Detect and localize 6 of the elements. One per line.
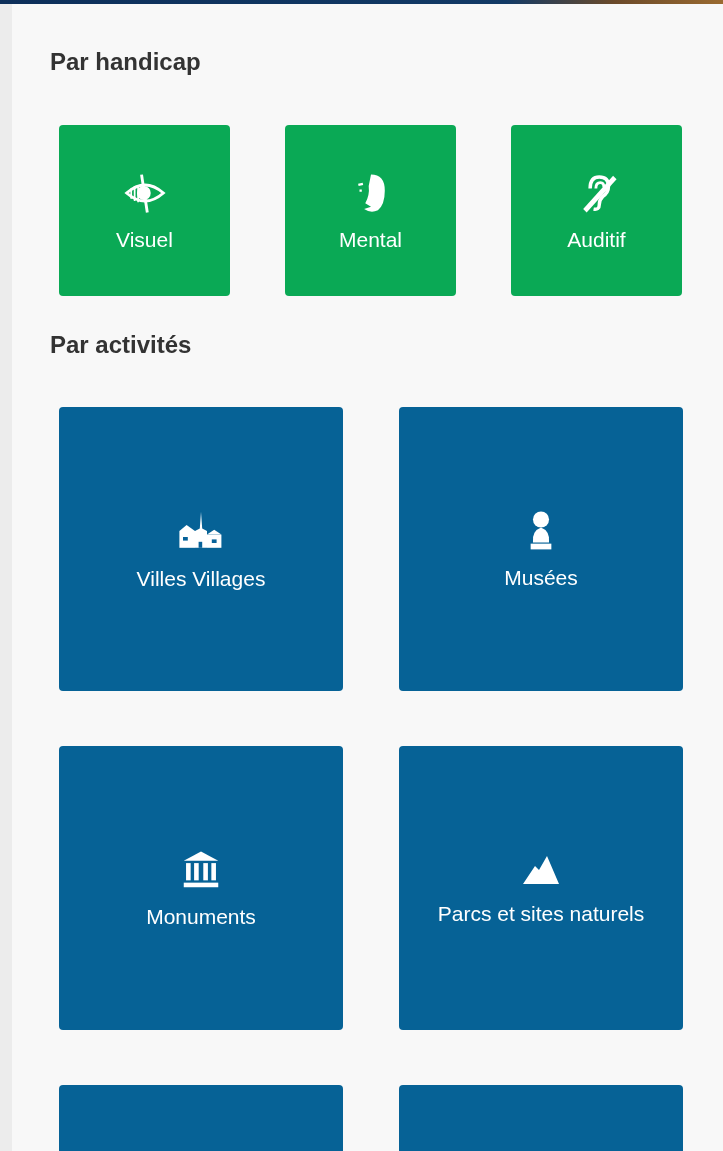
category-tile[interactable]: Monuments bbox=[59, 746, 343, 1030]
section-heading: Par handicap bbox=[50, 47, 202, 77]
category-tile[interactable]: Musées bbox=[399, 407, 683, 691]
category-tile[interactable]: Parcs et sites naturels bbox=[399, 746, 683, 1030]
category-tile[interactable]: Villes Villages bbox=[59, 407, 343, 691]
section-heading: Par activités bbox=[50, 330, 193, 360]
